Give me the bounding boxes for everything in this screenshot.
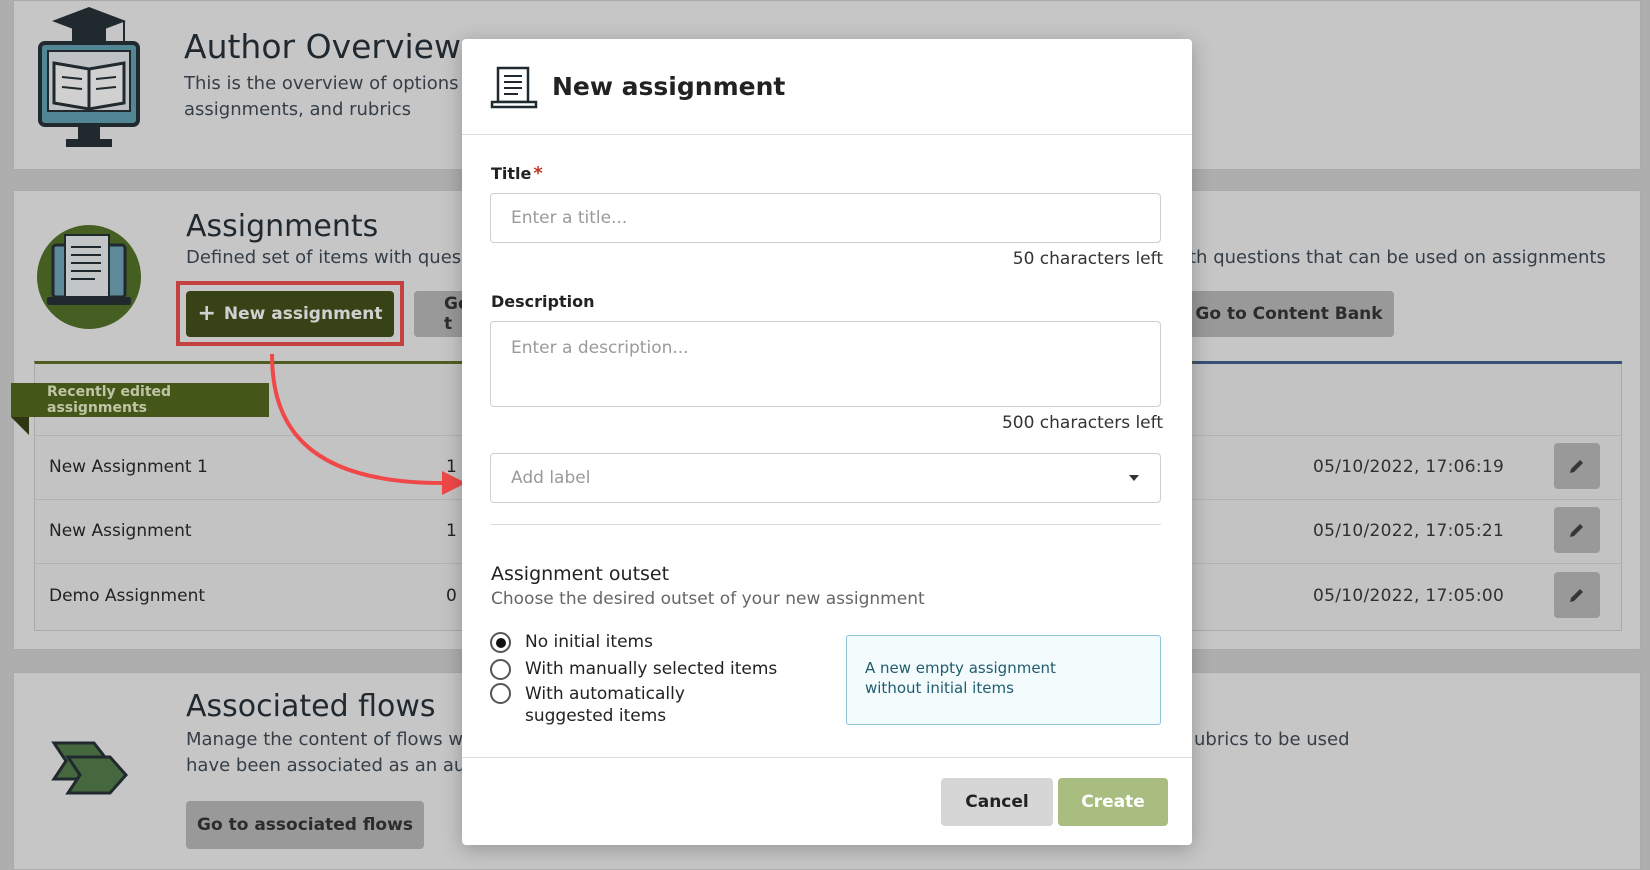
outset-title: Assignment outset	[491, 563, 670, 585]
label-select[interactable]: Add label	[490, 453, 1161, 503]
description-placeholder: Enter a description...	[511, 338, 689, 358]
radio-unselected[interactable]	[490, 683, 511, 704]
outset-info-box: A new empty assignment without initial i…	[846, 635, 1161, 725]
title-input[interactable]: Enter a title...	[490, 193, 1161, 243]
outset-info-text: A new empty assignment without initial i…	[865, 659, 1056, 697]
modal-header: New assignment	[462, 39, 1192, 135]
radio-selected[interactable]	[490, 632, 511, 653]
chevron-down-icon	[1129, 475, 1139, 481]
create-button[interactable]: Create	[1058, 778, 1168, 826]
modal-footer: Cancel Create	[462, 757, 1192, 845]
description-input[interactable]: Enter a description...	[490, 321, 1161, 407]
section-divider	[490, 524, 1161, 525]
cancel-button[interactable]: Cancel	[941, 778, 1053, 826]
description-char-counter: 500 characters left	[1001, 413, 1163, 433]
modal-title: New assignment	[552, 72, 786, 101]
outset-option-none-label: No initial items	[525, 632, 653, 652]
outset-option-auto-label: With automatically suggested items	[525, 684, 685, 726]
radio-unselected[interactable]	[490, 659, 511, 680]
outset-option-manual[interactable]: With manually selected items	[490, 659, 777, 680]
outset-subtitle: Choose the desired outset of your new as…	[491, 589, 925, 609]
document-icon	[490, 66, 538, 108]
description-label: Description	[491, 292, 595, 311]
outset-option-manual-label: With manually selected items	[525, 659, 778, 679]
outset-option-none[interactable]: No initial items	[490, 632, 653, 653]
title-placeholder: Enter a title...	[511, 208, 628, 228]
required-asterisk: *	[533, 163, 543, 184]
title-char-counter: 50 characters left	[1012, 249, 1163, 269]
new-assignment-modal: New assignment Title * Enter a title... 5…	[462, 39, 1192, 845]
title-label: Title *	[491, 163, 543, 184]
label-select-placeholder: Add label	[511, 468, 591, 488]
title-label-text: Title	[491, 164, 532, 183]
outset-option-auto[interactable]: With automatically suggested items	[490, 683, 790, 727]
